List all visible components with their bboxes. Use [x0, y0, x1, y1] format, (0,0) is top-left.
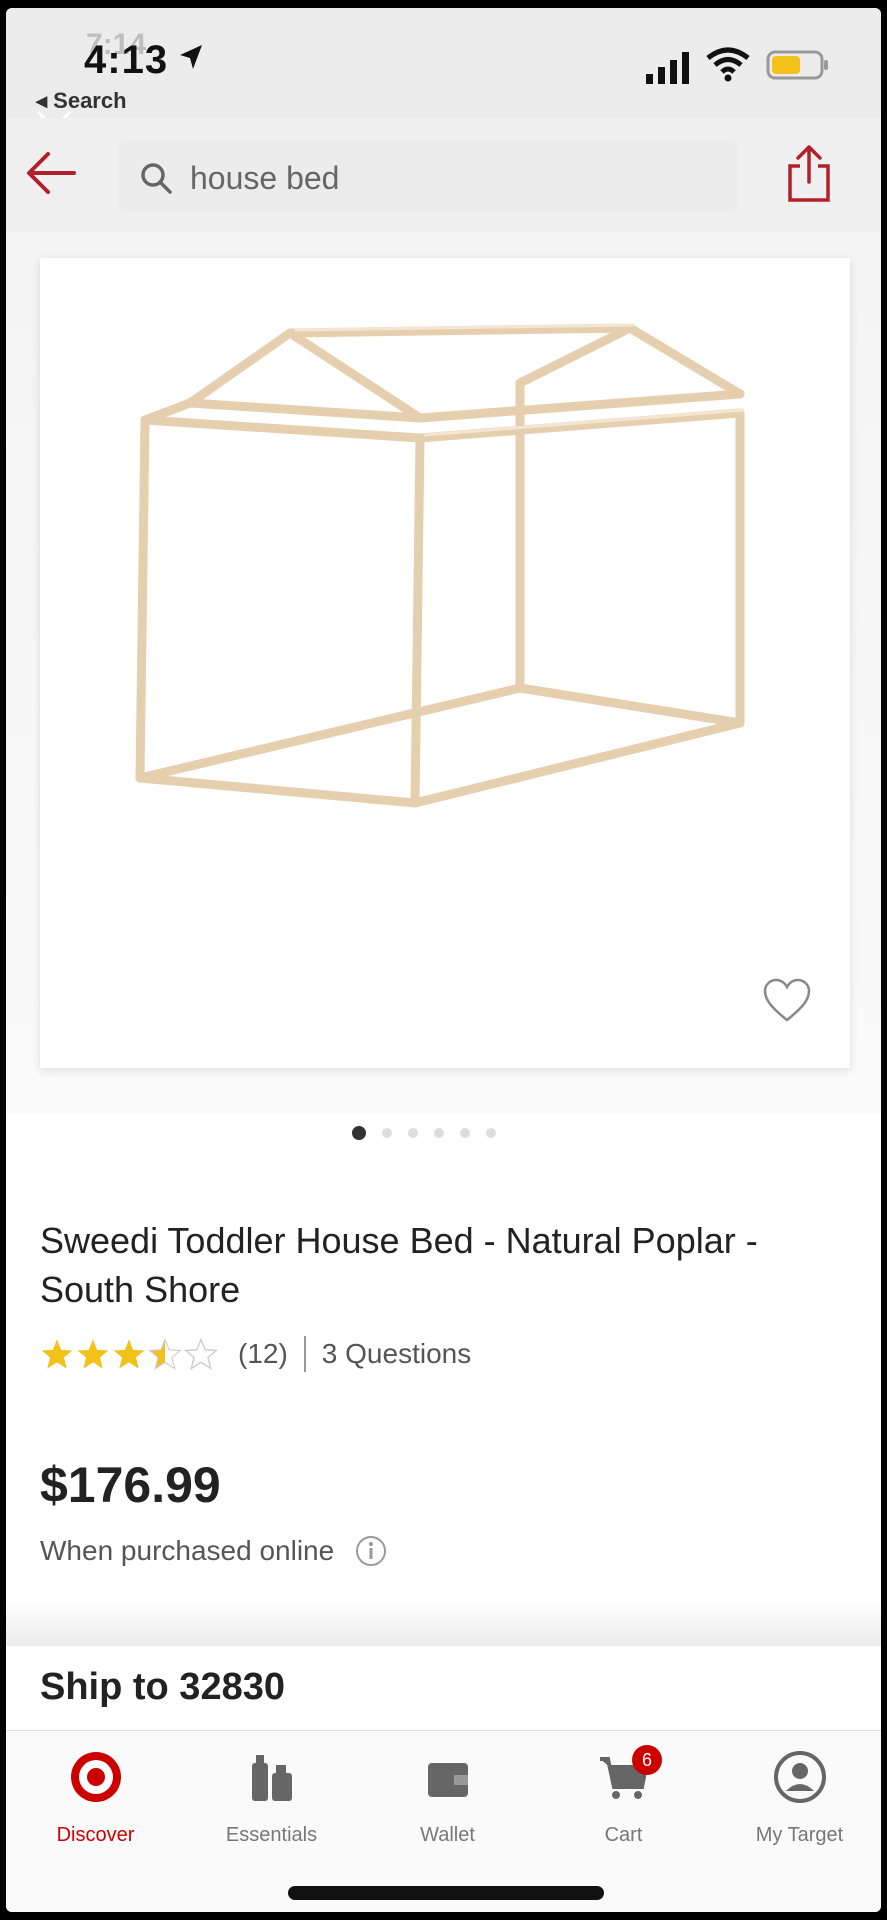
tab-label: My Target [755, 1824, 844, 1846]
pagination-dot[interactable] [408, 1128, 418, 1138]
tab-label: Essentials [225, 1824, 318, 1846]
product-price: $176.99 [40, 1457, 221, 1513]
wallet-icon [427, 1763, 468, 1797]
phone-screen: 7:14 4:13 ◂ Search house bed Sweedi Todd… [6, 8, 881, 1912]
empty-star-icon [184, 1338, 218, 1370]
pagination-dot[interactable] [382, 1128, 392, 1138]
profile-icon [773, 1751, 826, 1803]
product-title: Sweedi Toddler House Bed - Natural Popla… [40, 1220, 758, 1310]
tab-label: Discover [56, 1824, 135, 1846]
pagination-dot-active[interactable] [352, 1126, 366, 1140]
signal-icon [646, 52, 689, 84]
tab-my-target[interactable]: My Target [712, 1749, 881, 1847]
status-time: 4:13 [84, 38, 169, 82]
questions-link[interactable]: 3 Questions [322, 1338, 471, 1370]
search-query: house bed [190, 160, 340, 196]
pagination-dot[interactable] [486, 1128, 496, 1138]
essentials-icon [251, 1755, 292, 1801]
product-image-card[interactable] [40, 258, 850, 1068]
price-note-text: When purchased online [40, 1535, 335, 1566]
divider [303, 1336, 306, 1372]
bottom-tab-bar: Discover Essentials Wallet 6 Cart My Tar… [6, 1730, 881, 1912]
section-divider [6, 1600, 881, 1646]
info-icon[interactable] [354, 1534, 388, 1568]
search-header: house bed [6, 118, 881, 233]
tab-cart[interactable]: 6 Cart [536, 1745, 711, 1847]
cart-badge: 6 [632, 1745, 662, 1775]
back-arrow-icon[interactable] [24, 148, 78, 198]
pagination-dot[interactable] [460, 1128, 470, 1138]
ship-to-label[interactable]: Ship to 32830 [40, 1666, 285, 1709]
tab-discover[interactable]: Discover [8, 1749, 183, 1847]
star-icon [41, 1339, 73, 1369]
image-pagination[interactable] [352, 1126, 496, 1140]
star-rating [40, 1338, 218, 1370]
search-input[interactable]: house bed [118, 140, 738, 212]
battery-icon [766, 50, 828, 80]
location-arrow-icon [180, 45, 202, 69]
star-icon [113, 1339, 145, 1369]
half-star-icon [148, 1338, 182, 1370]
target-logo-icon [70, 1752, 121, 1802]
tab-label: Wallet [420, 1824, 475, 1846]
review-count[interactable]: (12) [238, 1338, 288, 1370]
tab-wallet[interactable]: Wallet [360, 1749, 535, 1847]
favorite-heart-icon[interactable] [762, 978, 812, 1024]
tab-essentials[interactable]: Essentials [184, 1749, 359, 1847]
search-icon [141, 163, 172, 194]
product-image [135, 323, 745, 808]
share-icon[interactable] [784, 144, 834, 204]
star-icon [77, 1339, 109, 1369]
price-note: When purchased online [40, 1534, 388, 1568]
home-indicator[interactable] [288, 1886, 604, 1900]
pagination-dot[interactable] [434, 1128, 444, 1138]
tab-label: Cart [604, 1824, 643, 1846]
status-bar: 7:14 4:13 ◂ Search [6, 8, 881, 118]
rating-row[interactable]: (12) 3 Questions [40, 1336, 471, 1372]
wifi-icon [706, 47, 750, 82]
